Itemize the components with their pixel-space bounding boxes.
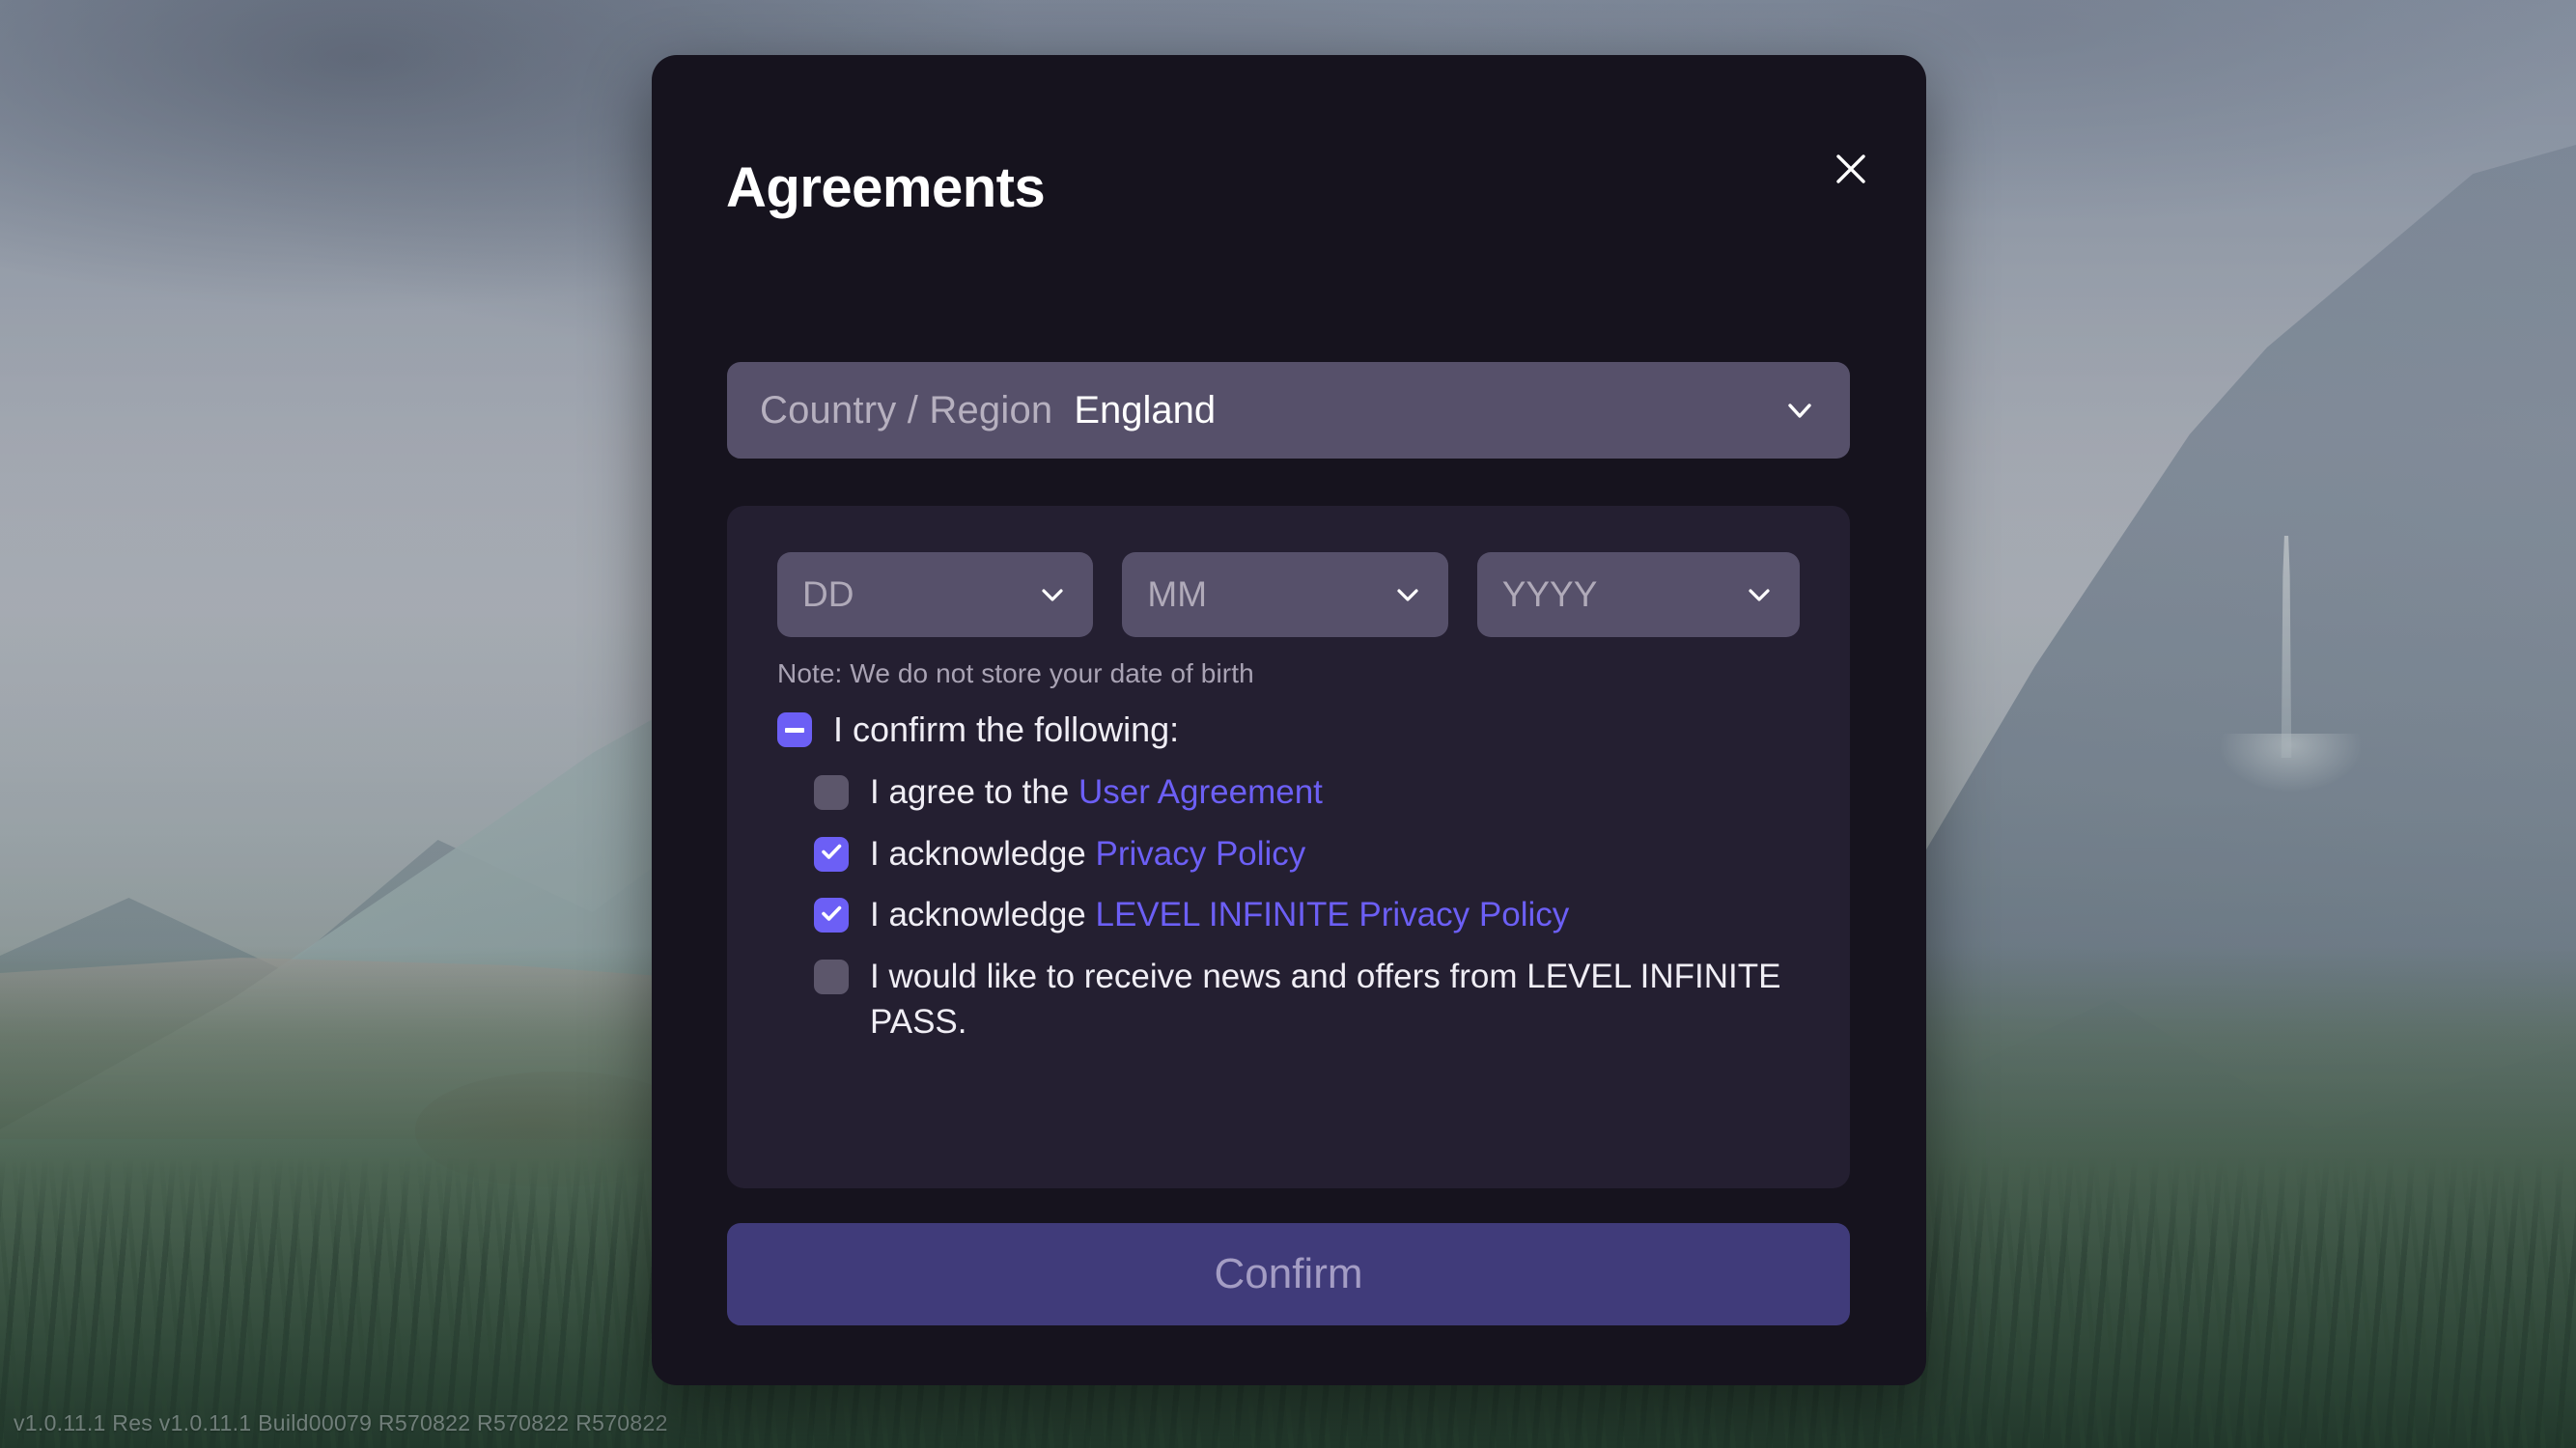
checkbox-unchecked-icon[interactable] [814,774,849,810]
agreements-checkbox-group: I confirm the following: I agree to the … [777,707,1800,1045]
close-button[interactable] [1826,144,1876,194]
country-region-value: England [1074,388,1217,432]
check-icon [819,839,844,869]
user-agreement-link[interactable]: User Agreement [1078,773,1323,811]
dob-month-placeholder: MM [1147,574,1208,614]
agreement-label: I acknowledge Privacy Policy [870,831,1305,877]
dob-year-placeholder: YYYY [1501,574,1598,614]
agreement-row-marketing-optin[interactable]: I would like to receive news and offers … [777,954,1800,1045]
version-text: v1.0.11.1 Res v1.0.11.1 Build00079 R5708… [14,1410,668,1435]
agreement-row-privacy-policy[interactable]: I acknowledge Privacy Policy [777,831,1800,877]
dob-month-select[interactable]: MM [1122,552,1448,637]
agreement-text: I acknowledge [870,896,1096,934]
agreement-label: I agree to the User Agreement [870,769,1323,816]
agreement-text: I acknowledge [870,834,1096,873]
chevron-down-icon [1782,393,1817,428]
close-icon [1832,150,1870,188]
agreement-label: I would like to receive news and offers … [870,957,1781,1042]
dob-day-select[interactable]: DD [777,552,1094,637]
check-icon [819,901,844,931]
chevron-down-icon [1037,579,1068,610]
agreement-row-level-infinite-privacy-policy[interactable]: I acknowledge LEVEL INFINITE Privacy Pol… [777,892,1800,938]
privacy-policy-link[interactable]: Privacy Policy [1095,835,1305,873]
checkbox-unchecked-icon[interactable] [814,959,849,994]
dob-year-select[interactable]: YYYY [1476,552,1801,637]
country-region-select[interactable]: Country / Region England [727,362,1850,459]
agreement-parent-label: I confirm the following: [833,710,1180,749]
page-title: Agreements [726,156,1046,219]
chevron-down-icon [1744,579,1775,610]
dash-icon [785,727,804,733]
checkbox-checked-icon[interactable] [814,898,849,933]
confirm-button[interactable]: Confirm [727,1223,1850,1325]
checkbox-indeterminate-icon[interactable] [777,712,812,747]
agreement-label: I acknowledge LEVEL INFINITE Privacy Pol… [870,892,1569,938]
date-of-birth-row: DD MM YYYY [777,552,1801,637]
agreement-text: I agree to the [870,772,1078,811]
agreements-dialog: Agreements Country / Region England DD M… [652,55,1926,1385]
agreements-panel: DD MM YYYY Note: We do not store your da… [727,506,1850,1188]
chevron-down-icon [1392,579,1423,610]
level-infinite-privacy-policy-link[interactable]: LEVEL INFINITE Privacy Policy [1095,896,1569,933]
date-of-birth-note: Note: We do not store your date of birth [777,658,1254,688]
country-region-label: Country / Region [760,388,1053,432]
checkbox-checked-icon[interactable] [814,836,849,872]
agreement-parent-row[interactable]: I confirm the following: [777,707,1800,754]
agreement-row-user-agreement[interactable]: I agree to the User Agreement [777,769,1800,816]
dob-day-placeholder: DD [802,574,854,614]
